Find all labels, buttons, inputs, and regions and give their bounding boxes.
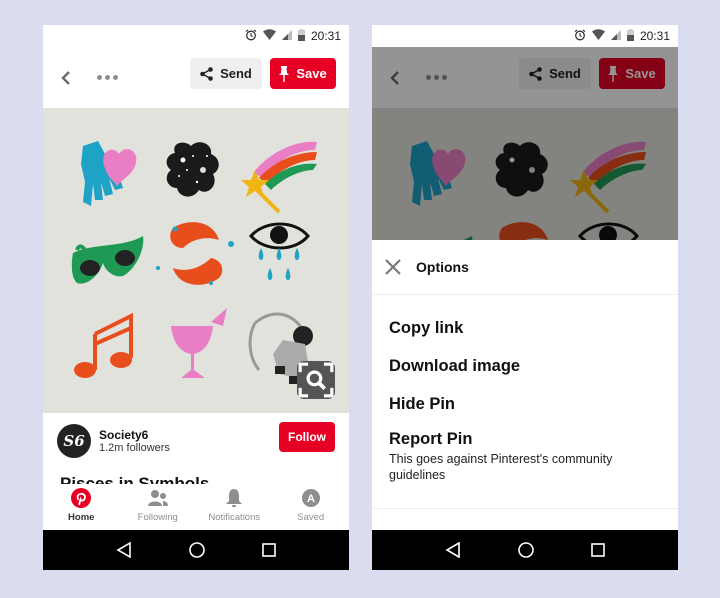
hand-heart-illustration (81, 141, 137, 206)
pin-title: Pisces in Symbols (60, 474, 210, 484)
tab-notifications[interactable]: Notifications (196, 484, 273, 530)
android-nav-bar (372, 530, 678, 570)
options-list: Copy link Download image Hide Pin Report… (372, 295, 678, 483)
save-button[interactable]: Save (270, 58, 336, 89)
creator-row: S6 Society6 1.2m followers Follow (43, 413, 349, 469)
send-label: Send (549, 66, 581, 81)
pin-header: Send Save (372, 47, 678, 108)
signal-icon (610, 29, 621, 43)
tab-saved[interactable]: A Saved (273, 484, 350, 530)
chevron-left-icon (390, 70, 399, 85)
tab-label: Saved (297, 512, 325, 523)
send-button: Send (519, 58, 591, 89)
divider (372, 508, 678, 509)
shooting-star-illustration (241, 141, 317, 214)
chevron-left-icon (61, 70, 70, 85)
pushpin-icon (279, 65, 290, 82)
android-nav-bar (43, 530, 349, 570)
more-options-button (426, 75, 447, 80)
nav-home-icon[interactable] (518, 542, 534, 558)
battery-icon (626, 28, 634, 44)
signal-icon (281, 29, 292, 43)
bell-icon (223, 487, 245, 509)
cocktail-illustration (171, 308, 227, 378)
option-report-pin[interactable]: Report Pin This goes against Pinterest's… (389, 427, 678, 483)
save-label: Save (296, 66, 327, 81)
nav-recents-icon[interactable] (590, 543, 605, 557)
option-report-pin-label: Report Pin (389, 430, 473, 448)
back-button (386, 69, 404, 87)
pushpin-icon (608, 65, 619, 82)
share-icon (529, 66, 542, 81)
status-bar: 20:31 (372, 25, 678, 47)
visual-search-button[interactable] (297, 361, 335, 399)
phone-screen-options: 20:31 Send Save Options Copy link Downlo… (372, 25, 678, 570)
tab-label: Home (68, 512, 95, 523)
tab-label: Notifications (208, 512, 261, 523)
more-dots-icon (97, 75, 102, 80)
creator-avatar[interactable]: S6 (57, 424, 91, 458)
options-header: Options (372, 240, 678, 295)
pin-header: Send Save (43, 47, 349, 108)
nav-recents-icon[interactable] (261, 543, 276, 557)
bottom-tab-bar: Home Following Notifications A Saved (43, 484, 349, 530)
close-x-icon[interactable] (385, 259, 401, 275)
crying-eye-illustration (249, 222, 310, 280)
profile-initial-icon: A (300, 487, 322, 509)
pinterest-logo-icon (70, 487, 92, 509)
nav-home-icon[interactable] (189, 542, 205, 558)
option-copy-link[interactable]: Copy link (389, 313, 678, 351)
wifi-icon (262, 29, 276, 43)
wifi-icon (591, 29, 605, 43)
save-label: Save (625, 66, 656, 81)
follow-button[interactable]: Follow (279, 422, 335, 452)
sunglasses-illustration (71, 236, 144, 284)
save-button: Save (599, 58, 665, 89)
music-note-illustration (74, 312, 133, 378)
tab-label: Following (137, 512, 178, 523)
creator-name[interactable]: Society6 (99, 428, 170, 442)
phone-screen-pin-detail: 20:31 Send Save S6 Society6 1.2m followe… (43, 25, 349, 570)
more-dots-icon (426, 75, 431, 80)
tab-home[interactable]: Home (43, 484, 120, 530)
status-bar: 20:31 (43, 25, 349, 47)
option-download-image[interactable]: Download image (389, 351, 678, 389)
pisces-illustration (156, 222, 234, 285)
galaxy-illustration (166, 142, 219, 197)
svg-text:A: A (307, 493, 315, 505)
people-icon (147, 487, 169, 509)
nav-back-icon[interactable] (116, 542, 132, 558)
tab-following[interactable]: Following (120, 484, 197, 530)
option-report-pin-sublabel: This goes against Pinterest's community … (389, 452, 613, 482)
nav-back-icon[interactable] (445, 542, 461, 558)
status-time: 20:31 (310, 29, 341, 43)
alarm-icon (574, 29, 586, 44)
options-title: Options (416, 259, 469, 275)
more-options-button[interactable] (97, 75, 118, 80)
send-label: Send (220, 66, 252, 81)
option-hide-pin[interactable]: Hide Pin (389, 389, 678, 427)
send-button[interactable]: Send (190, 58, 262, 89)
options-sheet: Options Copy link Download image Hide Pi… (372, 240, 678, 530)
share-icon (200, 66, 213, 81)
avatar-text: S6 (63, 432, 85, 450)
battery-icon (297, 28, 305, 44)
creator-followers: 1.2m followers (99, 442, 170, 454)
lens-search-icon (298, 362, 334, 398)
status-time: 20:31 (639, 29, 670, 43)
pin-image[interactable] (43, 108, 349, 413)
alarm-icon (245, 29, 257, 44)
back-button[interactable] (57, 69, 75, 87)
